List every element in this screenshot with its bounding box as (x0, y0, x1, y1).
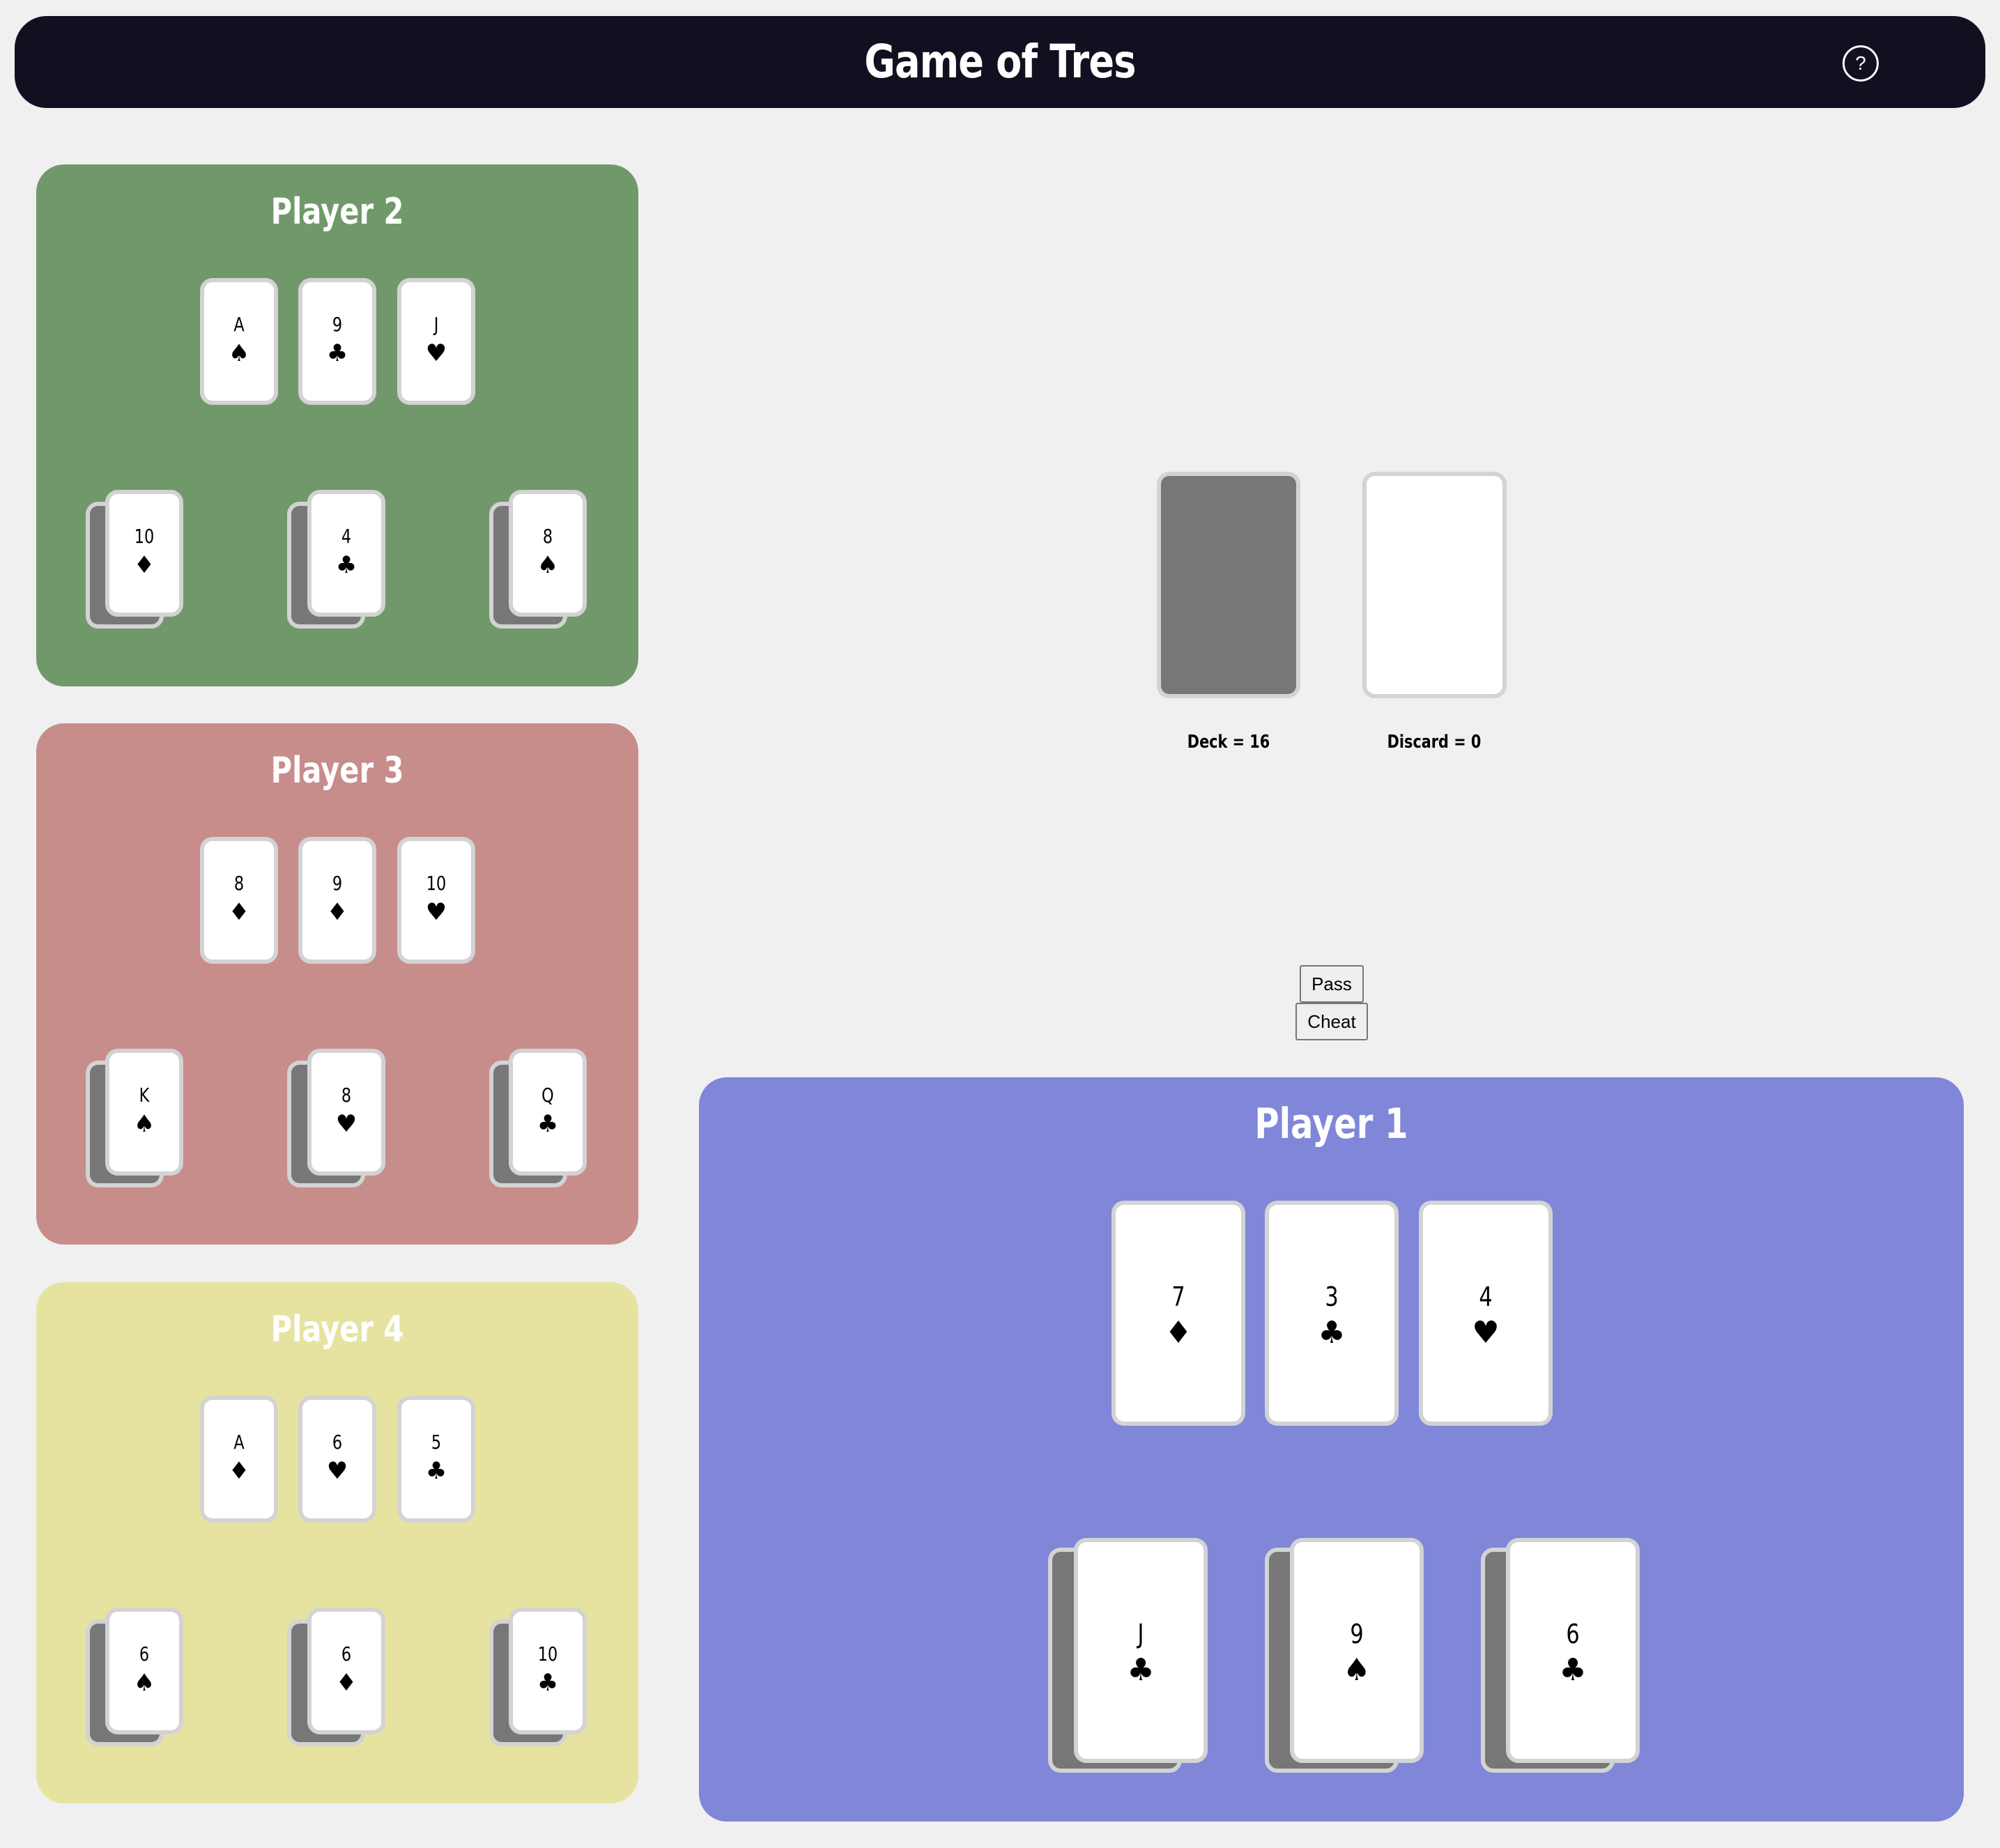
card-suit: ♥ (425, 898, 447, 926)
player-4-title: Player 4 (270, 1309, 404, 1350)
discard-pile[interactable] (1362, 472, 1507, 698)
card-rank: 10 (134, 525, 155, 548)
card-rank: 6 (332, 1431, 343, 1454)
page-title: Game of Tres (864, 35, 1136, 88)
player-1-title: Player 1 (1254, 1100, 1408, 1148)
player-3-table-card-2[interactable]: 8 ♥ (307, 1049, 385, 1176)
card-rank: J (1137, 1619, 1144, 1649)
card-rank: 10 (537, 1642, 558, 1665)
card-rank: A (233, 1431, 245, 1454)
player-4-panel: Player 4 A ♦ 6 ♥ 5 ♣ 6 ♠ 6 ♦ 10 ♣ (36, 1282, 638, 1803)
card-suit: ♠ (1343, 1652, 1371, 1688)
card-rank: Q (541, 1084, 554, 1107)
card-suit: ♣ (425, 1457, 447, 1485)
player-3-hand-card-2[interactable]: 9 ♦ (298, 837, 376, 964)
card-suit: ♥ (1472, 1315, 1500, 1350)
player-4-hand-card-3[interactable]: 5 ♣ (397, 1396, 475, 1523)
card-rank: 8 (233, 872, 245, 895)
player-2-title: Player 2 (270, 191, 404, 233)
card-rank: 5 (431, 1431, 442, 1454)
help-button[interactable]: ? (1843, 45, 1879, 82)
card-rank: 7 (1171, 1281, 1185, 1312)
card-suit: ♥ (335, 1110, 357, 1138)
player-1-panel: Player 1 7 ♦ 3 ♣ 4 ♥ J ♣ 9 ♠ 6 ♣ (699, 1077, 1964, 1822)
cheat-button[interactable]: Cheat (1295, 1003, 1368, 1040)
card-rank: A (233, 313, 245, 336)
card-rank: 9 (1350, 1619, 1364, 1649)
card-rank: 9 (332, 313, 343, 336)
player-1-hand-card-1[interactable]: 7 ♦ (1111, 1201, 1245, 1426)
player-3-hand-card-1[interactable]: 8 ♦ (200, 837, 278, 964)
player-3-title: Player 3 (270, 750, 404, 792)
player-4-hand-card-1[interactable]: A ♦ (200, 1396, 278, 1523)
card-suit: ♣ (1127, 1652, 1155, 1688)
card-suit: ♦ (326, 898, 348, 926)
card-suit: ♠ (537, 551, 559, 579)
player-1-table-card-3[interactable]: 6 ♣ (1506, 1538, 1640, 1763)
card-suit: ♣ (1559, 1652, 1587, 1688)
card-rank: 10 (426, 872, 447, 895)
deck-pile[interactable] (1157, 472, 1300, 698)
card-suit: ♠ (133, 1110, 155, 1138)
player-4-hand-card-2[interactable]: 6 ♥ (298, 1396, 376, 1523)
card-rank: 6 (341, 1642, 352, 1665)
card-rank: 9 (332, 872, 343, 895)
player-2-hand-card-3[interactable]: J ♥ (397, 278, 475, 405)
header-bar: Game of Tres ? (15, 16, 1985, 108)
player-2-panel: Player 2 A ♠ 9 ♣ J ♥ 10 ♦ 4 ♣ 8 ♠ (36, 164, 638, 686)
player-1-table-card-2[interactable]: 9 ♠ (1290, 1538, 1424, 1763)
player-4-table-card-2[interactable]: 6 ♦ (307, 1608, 385, 1734)
card-suit: ♣ (326, 339, 348, 367)
card-suit: ♦ (228, 1457, 250, 1485)
card-rank: K (139, 1084, 150, 1107)
discard-count-label: Discard = 0 (1387, 732, 1482, 753)
card-suit: ♥ (326, 1457, 348, 1485)
card-rank: 4 (1479, 1281, 1493, 1312)
card-suit: ♠ (228, 339, 250, 367)
player-2-table-card-2[interactable]: 4 ♣ (307, 490, 385, 617)
card-suit: ♦ (228, 898, 250, 926)
card-rank: 4 (341, 525, 352, 548)
player-4-table-card-1[interactable]: 6 ♠ (105, 1608, 183, 1734)
card-suit: ♦ (1164, 1315, 1192, 1350)
player-2-table-card-3[interactable]: 8 ♠ (509, 490, 587, 617)
card-suit: ♠ (133, 1669, 155, 1697)
card-rank: 6 (139, 1642, 150, 1665)
card-rank: 3 (1325, 1281, 1339, 1312)
player-2-table-card-1[interactable]: 10 ♦ (105, 490, 183, 617)
pass-button[interactable]: Pass (1300, 965, 1364, 1003)
card-rank: 8 (542, 525, 553, 548)
player-4-table-card-3[interactable]: 10 ♣ (509, 1608, 587, 1734)
player-3-panel: Player 3 8 ♦ 9 ♦ 10 ♥ K ♠ 8 ♥ Q ♣ (36, 723, 638, 1245)
player-1-hand-card-2[interactable]: 3 ♣ (1265, 1201, 1399, 1426)
card-rank: J (433, 313, 439, 336)
player-1-hand-card-3[interactable]: 4 ♥ (1419, 1201, 1553, 1426)
player-2-hand-card-1[interactable]: A ♠ (200, 278, 278, 405)
player-2-hand-card-2[interactable]: 9 ♣ (298, 278, 376, 405)
player-3-table-card-1[interactable]: K ♠ (105, 1049, 183, 1176)
card-suit: ♥ (425, 339, 447, 367)
card-suit: ♦ (335, 1669, 357, 1697)
player-3-table-card-3[interactable]: Q ♣ (509, 1049, 587, 1176)
player-3-hand-card-3[interactable]: 10 ♥ (397, 837, 475, 964)
player-1-table-card-1[interactable]: J ♣ (1074, 1538, 1208, 1763)
card-rank: 6 (1566, 1619, 1580, 1649)
card-suit: ♣ (537, 1110, 559, 1138)
deck-count-label: Deck = 16 (1187, 732, 1270, 753)
card-suit: ♦ (133, 551, 155, 579)
card-suit: ♣ (335, 551, 357, 579)
card-rank: 8 (341, 1084, 352, 1107)
card-suit: ♣ (537, 1669, 559, 1697)
card-suit: ♣ (1318, 1315, 1346, 1350)
